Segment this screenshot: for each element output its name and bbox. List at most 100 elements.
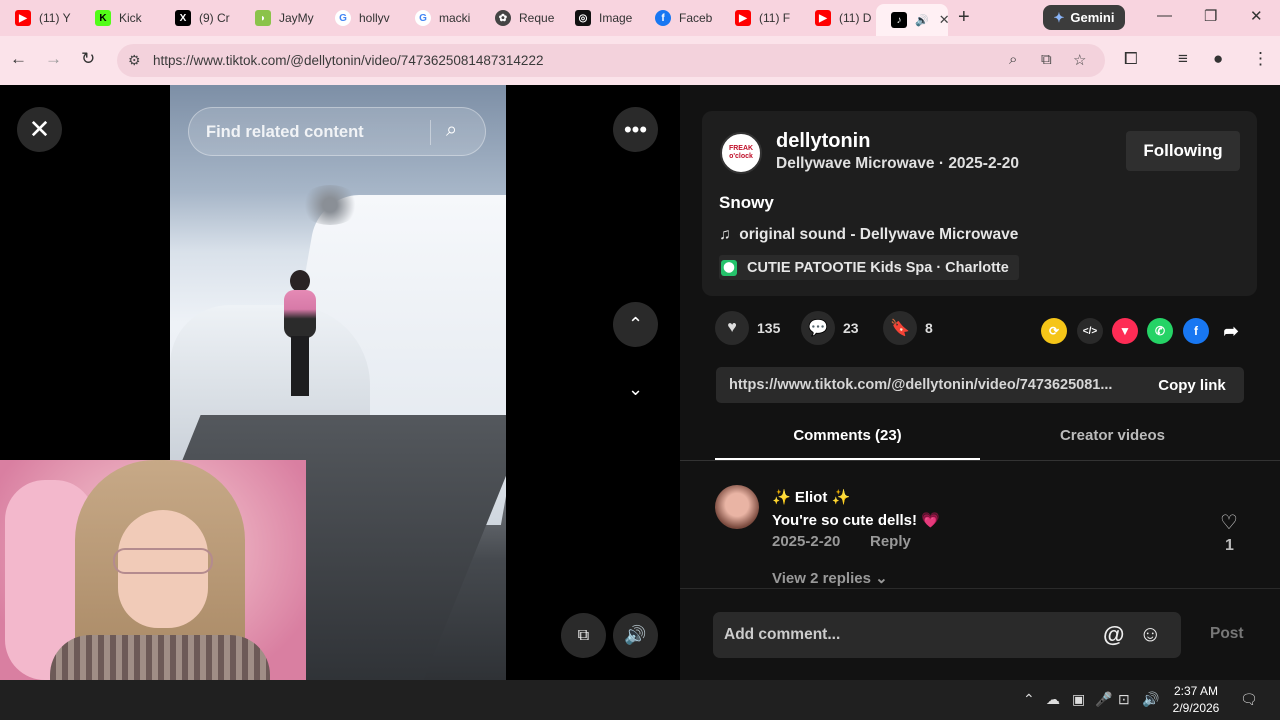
tab-creator-videos[interactable]: Creator videos bbox=[980, 427, 1245, 460]
view-replies-button[interactable]: View 2 replies ⌄ bbox=[772, 569, 888, 587]
tab-title: Image bbox=[599, 11, 633, 25]
volume-tray-icon[interactable]: 🔊 bbox=[1142, 691, 1159, 708]
comment-action[interactable]: 💬 23 bbox=[801, 311, 859, 345]
copy-link-button[interactable]: Copy link bbox=[1140, 367, 1244, 403]
install-app-icon[interactable]: ⧉ bbox=[1041, 51, 1052, 68]
onedrive-icon[interactable]: ☁ bbox=[1046, 691, 1060, 708]
reply-button[interactable]: Reply bbox=[870, 533, 911, 550]
forward-button[interactable]: → bbox=[45, 49, 62, 69]
author-username[interactable]: dellytonin bbox=[776, 130, 870, 153]
browser-toolbar: ← → ↻ ⚙ https://www.tiktok.com/@dellyton… bbox=[0, 36, 1280, 85]
comment-placeholder[interactable]: Add comment... bbox=[724, 626, 840, 644]
extensions-icon[interactable]: ⧠ bbox=[1124, 49, 1138, 69]
browser-tab[interactable]: ▶ (11) D bbox=[800, 4, 878, 32]
url-text[interactable]: https://www.tiktok.com/@dellytonin/video… bbox=[153, 53, 543, 68]
facebook-icon[interactable]: f bbox=[1183, 318, 1209, 344]
like-action[interactable]: ♥ 135 bbox=[715, 311, 780, 345]
post-button[interactable]: Post bbox=[1210, 625, 1244, 643]
related-search-box[interactable]: Find related content ⌕ bbox=[188, 107, 486, 156]
author-card: FREAK o'clock dellytonin Dellywave Micro… bbox=[702, 111, 1257, 296]
browser-tab-active[interactable]: ♪ 🔊 ✕ bbox=[876, 4, 948, 36]
minimize-button[interactable]: — bbox=[1157, 7, 1172, 24]
mention-icon[interactable]: @ bbox=[1103, 622, 1124, 648]
video-subject bbox=[282, 270, 318, 410]
site-info-icon[interactable]: ⚙ bbox=[128, 52, 141, 69]
search-icon[interactable]: ⌕ bbox=[446, 119, 457, 142]
panel-tabs: Comments (23) Creator videos bbox=[680, 425, 1280, 461]
save-action[interactable]: 🔖 8 bbox=[883, 311, 933, 345]
network-icon[interactable]: ⊡ bbox=[1118, 691, 1130, 708]
more-options-button[interactable]: ••• bbox=[613, 107, 658, 152]
video-link[interactable]: https://www.tiktok.com/@dellytonin/video… bbox=[729, 377, 1134, 393]
emoji-icon[interactable]: ☺ bbox=[1139, 621, 1161, 647]
media-controls-icon[interactable]: ≡ bbox=[1178, 49, 1188, 69]
tab-title: JayMy bbox=[279, 11, 314, 25]
reload-button[interactable]: ↻ bbox=[81, 49, 95, 69]
location-name[interactable]: CUTIE PATOOTIE Kids Spa · Charlotte bbox=[747, 260, 1009, 276]
meet-now-icon[interactable]: ▣ bbox=[1072, 691, 1085, 708]
browser-menu-icon[interactable]: ⋮ bbox=[1252, 49, 1269, 69]
bookmark-star-icon[interactable]: ☆ bbox=[1073, 51, 1086, 69]
author-display-name: Dellywave Microwave bbox=[776, 155, 935, 172]
zoom-icon[interactable]: ⌕ bbox=[1009, 51, 1017, 68]
new-tab-button[interactable]: + bbox=[958, 6, 970, 29]
browser-tab[interactable]: ✿ Reque bbox=[480, 4, 560, 32]
whatsapp-icon[interactable]: ✆ bbox=[1147, 318, 1173, 344]
video-link-box[interactable]: https://www.tiktok.com/@dellytonin/video… bbox=[716, 367, 1244, 403]
tiktok-video-page: ✕ Find related content ⌕ ••• ⌃ ⌄ ⧉ 🔊 FRE… bbox=[0, 85, 1280, 680]
volume-button[interactable]: 🔊 bbox=[613, 613, 658, 658]
speaker-icon[interactable]: 🔊 bbox=[915, 14, 929, 27]
gemini-button[interactable]: ✦ Gemini bbox=[1043, 5, 1125, 30]
location-tag[interactable]: ⬤ CUTIE PATOOTIE Kids Spa · Charlotte bbox=[719, 255, 1019, 280]
back-button[interactable]: ← bbox=[10, 49, 27, 69]
notifications-icon[interactable]: 🗨 bbox=[1240, 691, 1258, 708]
next-video-button[interactable]: ⌄ bbox=[613, 367, 658, 412]
google-icon: G bbox=[415, 10, 431, 26]
comment-text: You're so cute dells! 💗 bbox=[772, 512, 940, 529]
heart-icon[interactable]: ♥ bbox=[715, 311, 749, 345]
profile-avatar[interactable]: ● bbox=[1213, 49, 1223, 69]
close-video-button[interactable]: ✕ bbox=[17, 107, 62, 152]
gemini-icon: ✦ bbox=[1053, 9, 1065, 25]
commenter-name[interactable]: ✨ Eliot ✨ bbox=[772, 488, 850, 506]
browser-tab[interactable]: ◎ Image bbox=[560, 4, 640, 32]
browser-tab[interactable]: ▶ (11) F bbox=[720, 4, 800, 32]
previous-video-button[interactable]: ⌃ bbox=[613, 302, 658, 347]
browser-tab[interactable]: X (9) Cr bbox=[160, 4, 240, 32]
address-bar[interactable]: ⚙ https://www.tiktok.com/@dellytonin/vid… bbox=[117, 44, 1105, 77]
system-clock[interactable]: 2:37 AM 2/9/2026 bbox=[1166, 683, 1226, 717]
video-details-panel: FREAK o'clock dellytonin Dellywave Micro… bbox=[680, 85, 1280, 680]
commenter-avatar[interactable] bbox=[715, 485, 759, 529]
comment-icon[interactable]: 💬 bbox=[801, 311, 835, 345]
send-icon[interactable]: ▼ bbox=[1112, 318, 1138, 344]
comment-like-icon[interactable]: ♡ bbox=[1220, 510, 1238, 535]
following-button[interactable]: Following bbox=[1126, 131, 1240, 171]
browser-tab[interactable]: ◗ JayMy bbox=[240, 4, 320, 32]
repost-icon[interactable]: ⟳ bbox=[1041, 318, 1067, 344]
browser-tab[interactable]: ▶ (11) Y bbox=[0, 4, 80, 32]
save-count: 8 bbox=[925, 320, 933, 336]
sound-link[interactable]: ♫ original sound - Dellywave Microwave bbox=[719, 226, 1018, 244]
tab-comments[interactable]: Comments (23) bbox=[715, 427, 980, 460]
embed-icon[interactable]: </> bbox=[1077, 318, 1103, 344]
floating-player-button[interactable]: ⧉ bbox=[561, 613, 606, 658]
close-window-button[interactable]: ✕ bbox=[1250, 7, 1263, 25]
browser-tab[interactable]: G hollyv bbox=[320, 4, 400, 32]
app-icon: ◎ bbox=[575, 10, 591, 26]
browser-tab[interactable]: K Kick bbox=[80, 4, 160, 32]
browser-tab-strip: ▶ (11) Y K Kick X (9) Cr ◗ JayMy G holly… bbox=[0, 0, 1280, 36]
search-placeholder[interactable]: Find related content bbox=[206, 123, 364, 142]
comment-input[interactable]: Add comment... @ ☺ bbox=[713, 612, 1181, 658]
bookmark-icon[interactable]: 🔖 bbox=[883, 311, 917, 345]
share-arrow-icon[interactable]: ➦ bbox=[1218, 318, 1244, 344]
windows-taskbar: ⌃ ☁ ▣ 🎤 ⊡ 🔊 2:37 AM 2/9/2026 🗨 bbox=[0, 680, 1280, 720]
close-tab-icon[interactable]: ✕ bbox=[939, 12, 948, 28]
video-description: Snowy bbox=[719, 193, 774, 212]
author-avatar[interactable]: FREAK o'clock bbox=[720, 132, 762, 174]
browser-tab[interactable]: G macki bbox=[400, 4, 480, 32]
restore-button[interactable]: ❐ bbox=[1204, 7, 1217, 25]
tray-overflow-icon[interactable]: ⌃ bbox=[1023, 691, 1035, 708]
sound-name[interactable]: original sound - Dellywave Microwave bbox=[739, 226, 1018, 243]
microphone-icon[interactable]: 🎤 bbox=[1095, 691, 1112, 708]
browser-tab[interactable]: f Faceb bbox=[640, 4, 720, 32]
